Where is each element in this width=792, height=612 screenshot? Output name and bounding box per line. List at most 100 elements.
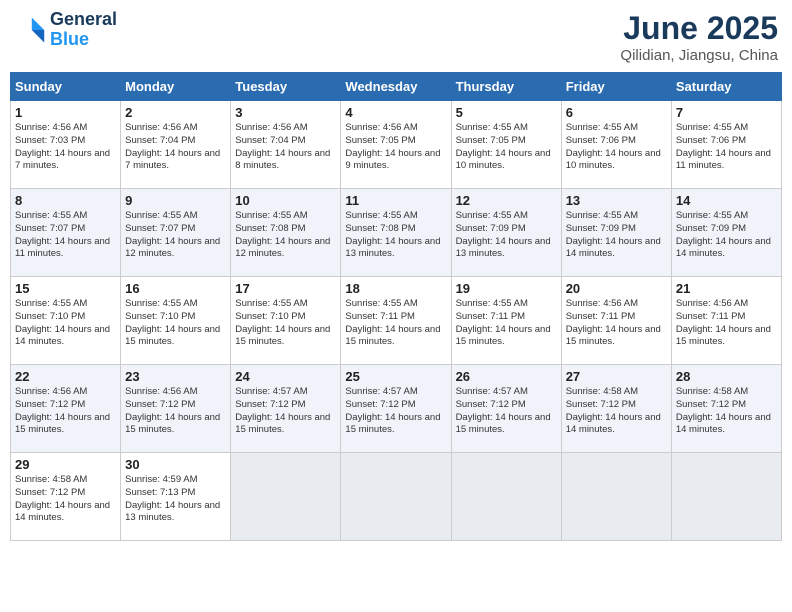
col-header-sunday: Sunday [11, 73, 121, 101]
day-number: 4 [345, 105, 446, 120]
calendar-cell: 9 Sunrise: 4:55 AMSunset: 7:07 PMDaylight… [121, 189, 231, 277]
col-header-friday: Friday [561, 73, 671, 101]
logo-text-general: General [50, 10, 117, 30]
calendar-cell: 25Sunrise: 4:57 AMSunset: 7:12 PMDayligh… [341, 365, 451, 453]
day-number: 19 [456, 281, 557, 296]
cell-details: Sunrise: 4:55 AMSunset: 7:11 PMDaylight:… [345, 298, 446, 349]
calendar-cell: 17 Sunrise: 4:55 AMSunset: 7:10 PMDayligh… [231, 277, 341, 365]
cell-details: Sunrise: 4:55 AMSunset: 7:10 PMDaylight:… [125, 298, 226, 349]
cell-details: Sunrise: 4:55 AMSunset: 7:06 PMDaylight:… [676, 122, 777, 173]
calendar-cell: 4 Sunrise: 4:56 AMSunset: 7:05 PMDaylight… [341, 101, 451, 189]
calendar-cell: 22Sunrise: 4:56 AMSunset: 7:12 PMDayligh… [11, 365, 121, 453]
cell-details: Sunrise: 4:56 AMSunset: 7:04 PMDaylight:… [235, 122, 336, 173]
cell-details: Sunrise: 4:56 AMSunset: 7:12 PMDaylight:… [125, 386, 226, 437]
calendar-cell: 1 Sunrise: 4:56 AMSunset: 7:03 PMDaylight… [11, 101, 121, 189]
calendar-week-5: 29 Sunrise: 4:58 AMSunset: 7:12 PMDayligh… [11, 453, 782, 541]
cell-details: Sunrise: 4:59 AMSunset: 7:13 PMDaylight:… [125, 474, 226, 525]
day-number: 1 [15, 105, 116, 120]
cell-details: Sunrise: 4:57 AMSunset: 7:12 PMDaylight:… [345, 386, 446, 437]
cell-details: Sunrise: 4:55 AMSunset: 7:07 PMDaylight:… [15, 210, 116, 261]
calendar-cell: 14 Sunrise: 4:55 AMSunset: 7:09 PMDayligh… [671, 189, 781, 277]
calendar-cell: 21 Sunrise: 4:56 AMSunset: 7:11 PMDayligh… [671, 277, 781, 365]
calendar-cell: 30 Sunrise: 4:59 AMSunset: 7:13 PMDayligh… [121, 453, 231, 541]
calendar-cell: 8Sunrise: 4:55 AMSunset: 7:07 PMDaylight… [11, 189, 121, 277]
calendar-cell: 20 Sunrise: 4:56 AMSunset: 7:11 PMDayligh… [561, 277, 671, 365]
day-number: 17 [235, 281, 336, 296]
calendar-cell: 10 Sunrise: 4:55 AMSunset: 7:08 PMDayligh… [231, 189, 341, 277]
cell-details: Sunrise: 4:56 AMSunset: 7:05 PMDaylight:… [345, 122, 446, 173]
cell-details: Sunrise: 4:55 AMSunset: 7:07 PMDaylight:… [125, 210, 226, 261]
day-number: 14 [676, 193, 777, 208]
cell-details: Sunrise: 4:57 AMSunset: 7:12 PMDaylight:… [235, 386, 336, 437]
calendar-cell [671, 453, 781, 541]
calendar-cell: 16Sunrise: 4:55 AMSunset: 7:10 PMDayligh… [121, 277, 231, 365]
day-number: 26 [456, 369, 557, 384]
header: General Blue June 2025 Qilidian, Jiangsu… [10, 10, 782, 64]
cell-details: Sunrise: 4:56 AMSunset: 7:04 PMDaylight:… [125, 122, 226, 173]
calendar-week-2: 8Sunrise: 4:55 AMSunset: 7:07 PMDaylight… [11, 189, 782, 277]
day-number: 28 [676, 369, 777, 384]
day-number: 3 [235, 105, 336, 120]
col-header-tuesday: Tuesday [231, 73, 341, 101]
day-number: 10 [235, 193, 336, 208]
col-header-thursday: Thursday [451, 73, 561, 101]
day-number: 22 [15, 369, 116, 384]
calendar-cell: 2Sunrise: 4:56 AMSunset: 7:04 PMDaylight… [121, 101, 231, 189]
day-number: 29 [15, 457, 116, 472]
calendar-cell: 18 Sunrise: 4:55 AMSunset: 7:11 PMDayligh… [341, 277, 451, 365]
day-number: 20 [566, 281, 667, 296]
day-number: 13 [566, 193, 667, 208]
day-number: 23 [125, 369, 226, 384]
logo-icon [14, 14, 46, 46]
cell-details: Sunrise: 4:56 AMSunset: 7:11 PMDaylight:… [566, 298, 667, 349]
cell-details: Sunrise: 4:55 AMSunset: 7:05 PMDaylight:… [456, 122, 557, 173]
col-header-monday: Monday [121, 73, 231, 101]
day-number: 12 [456, 193, 557, 208]
calendar-cell: 29 Sunrise: 4:58 AMSunset: 7:12 PMDayligh… [11, 453, 121, 541]
day-number: 15 [15, 281, 116, 296]
day-number: 24 [235, 369, 336, 384]
calendar-cell: 19Sunrise: 4:55 AMSunset: 7:11 PMDayligh… [451, 277, 561, 365]
day-number: 11 [345, 193, 446, 208]
calendar-cell: 27Sunrise: 4:58 AMSunset: 7:12 PMDayligh… [561, 365, 671, 453]
cell-details: Sunrise: 4:55 AMSunset: 7:10 PMDaylight:… [15, 298, 116, 349]
calendar-cell [341, 453, 451, 541]
calendar-cell: 13 Sunrise: 4:55 AMSunset: 7:09 PMDayligh… [561, 189, 671, 277]
month-title: June 2025 [620, 10, 778, 47]
calendar-cell [561, 453, 671, 541]
cell-details: Sunrise: 4:55 AMSunset: 7:09 PMDaylight:… [456, 210, 557, 261]
cell-details: Sunrise: 4:55 AMSunset: 7:06 PMDaylight:… [566, 122, 667, 173]
cell-details: Sunrise: 4:55 AMSunset: 7:09 PMDaylight:… [566, 210, 667, 261]
calendar-header-row: SundayMondayTuesdayWednesdayThursdayFrid… [11, 73, 782, 101]
day-number: 7 [676, 105, 777, 120]
day-number: 18 [345, 281, 446, 296]
calendar-cell: 3 Sunrise: 4:56 AMSunset: 7:04 PMDaylight… [231, 101, 341, 189]
calendar-cell: 6 Sunrise: 4:55 AMSunset: 7:06 PMDaylight… [561, 101, 671, 189]
cell-details: Sunrise: 4:55 AMSunset: 7:08 PMDaylight:… [345, 210, 446, 261]
cell-details: Sunrise: 4:56 AMSunset: 7:11 PMDaylight:… [676, 298, 777, 349]
calendar-cell: 12 Sunrise: 4:55 AMSunset: 7:09 PMDayligh… [451, 189, 561, 277]
cell-details: Sunrise: 4:55 AMSunset: 7:09 PMDaylight:… [676, 210, 777, 261]
day-number: 27 [566, 369, 667, 384]
day-number: 21 [676, 281, 777, 296]
day-number: 6 [566, 105, 667, 120]
cell-details: Sunrise: 4:57 AMSunset: 7:12 PMDaylight:… [456, 386, 557, 437]
logo-text-blue: Blue [50, 30, 117, 50]
calendar-cell: 28Sunrise: 4:58 AMSunset: 7:12 PMDayligh… [671, 365, 781, 453]
calendar-cell [231, 453, 341, 541]
cell-details: Sunrise: 4:58 AMSunset: 7:12 PMDaylight:… [15, 474, 116, 525]
cell-details: Sunrise: 4:55 AMSunset: 7:10 PMDaylight:… [235, 298, 336, 349]
col-header-saturday: Saturday [671, 73, 781, 101]
cell-details: Sunrise: 4:55 AMSunset: 7:08 PMDaylight:… [235, 210, 336, 261]
calendar-cell: 26 Sunrise: 4:57 AMSunset: 7:12 PMDayligh… [451, 365, 561, 453]
day-number: 30 [125, 457, 226, 472]
day-number: 9 [125, 193, 226, 208]
calendar-table: SundayMondayTuesdayWednesdayThursdayFrid… [10, 72, 782, 541]
calendar-week-4: 22 Sunrise: 4:56 AMSunset: 7:12 PMDayligh… [11, 365, 782, 453]
calendar-cell [451, 453, 561, 541]
logo: General Blue [14, 10, 117, 50]
calendar-cell: 11 Sunrise: 4:55 AMSunset: 7:08 PMDayligh… [341, 189, 451, 277]
cell-details: Sunrise: 4:56 AMSunset: 7:03 PMDaylight:… [15, 122, 116, 173]
calendar-cell: 24 Sunrise: 4:57 AMSunset: 7:12 PMDayligh… [231, 365, 341, 453]
calendar-week-3: 15 Sunrise: 4:55 AMSunset: 7:10 PMDayligh… [11, 277, 782, 365]
